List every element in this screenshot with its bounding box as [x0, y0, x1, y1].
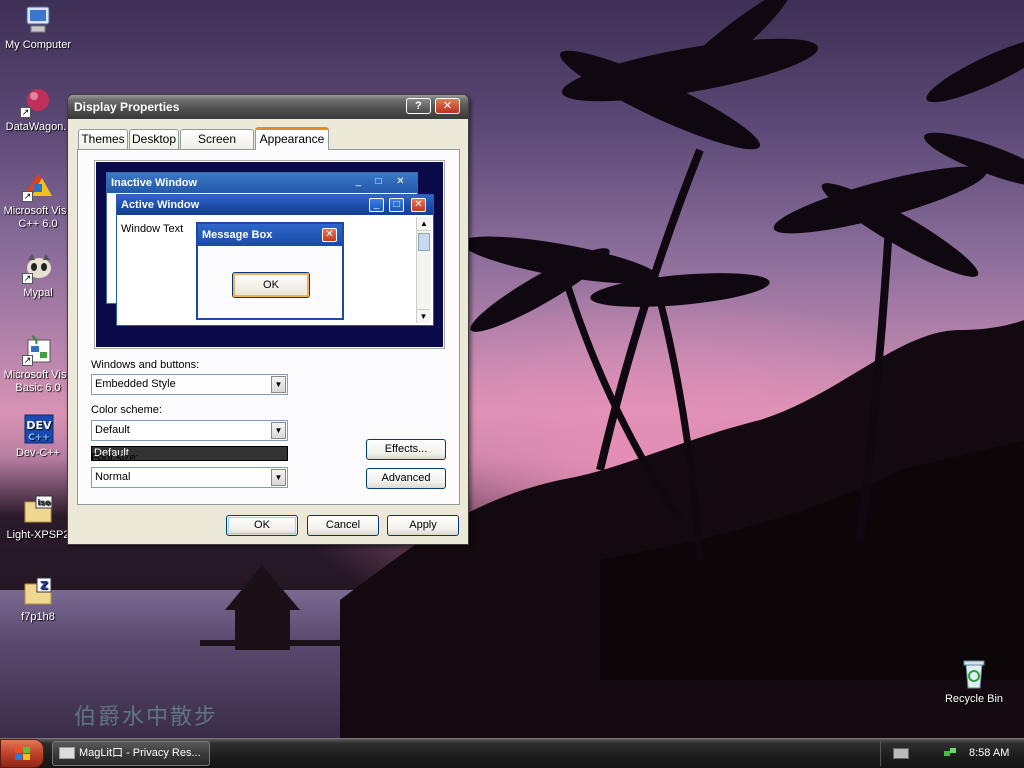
scroll-up-icon: ▲ — [417, 217, 431, 231]
chevron-down-icon[interactable]: ▼ — [271, 376, 286, 393]
svg-text:iso: iso — [38, 498, 52, 507]
shortcut-arrow-icon: ↗ — [22, 191, 33, 202]
shortcut-arrow-icon: ↗ — [20, 107, 31, 118]
apply-button[interactable]: Apply — [387, 515, 459, 536]
help-button[interactable]: ? — [406, 98, 431, 114]
color-scheme-select[interactable]: Default ▼ — [91, 420, 288, 441]
display-properties-dialog: Display Properties ? ✕ Themes Desktop Sc… — [67, 94, 469, 545]
color-scheme-label: Color scheme: — [91, 404, 162, 416]
font-size-select[interactable]: Normal ▼ — [91, 467, 288, 488]
tab-themes[interactable]: Themes — [78, 129, 128, 149]
preview-ok-button: OK — [232, 272, 310, 298]
close-icon: ✕ — [396, 176, 405, 187]
preview-scrollbar: ▲ ▼ — [416, 217, 431, 323]
system-tray: 8:58 AM — [880, 741, 1024, 766]
taskbar: MagLit口 - Privacy Res... 8:58 AM — [0, 738, 1024, 768]
advanced-button[interactable]: Advanced — [366, 468, 446, 489]
window-icon — [59, 747, 75, 759]
visual-cpp-icon: ↗ — [22, 170, 54, 202]
datawagon-icon: ↗ — [20, 86, 52, 118]
dev-cpp-icon: DEV C++ — [22, 412, 54, 444]
svg-text:C++: C++ — [28, 433, 50, 443]
desktop-icon-f7p1h8[interactable]: Z f7p1h8 — [0, 576, 78, 624]
maximize-icon: □ — [375, 176, 382, 187]
network-icon[interactable] — [943, 746, 957, 760]
windows-buttons-label: Windows and buttons: — [91, 359, 200, 371]
iso-folder-icon: iso — [22, 494, 54, 526]
appearance-panel: Inactive Window _ □ ✕ Active Window _ □ … — [77, 149, 460, 505]
mypal-icon: ↗ — [22, 252, 54, 284]
effects-button[interactable]: Effects... — [366, 439, 446, 460]
close-icon: ✕ — [322, 228, 337, 242]
tab-desktop[interactable]: Desktop — [129, 129, 179, 149]
close-button[interactable]: ✕ — [435, 98, 460, 114]
taskbar-clock[interactable]: 8:58 AM — [969, 741, 1009, 766]
keyboard-icon[interactable] — [893, 748, 909, 759]
desktop-icon-datawagon[interactable]: ↗ DataWagon. — [0, 86, 76, 134]
shortcut-arrow-icon: ↗ — [22, 355, 33, 366]
dialog-titlebar[interactable]: Display Properties ? ✕ — [68, 95, 468, 119]
ok-button[interactable]: OK — [226, 515, 298, 536]
windows-logo-icon — [15, 747, 30, 760]
maximize-icon: □ — [389, 198, 404, 212]
scroll-thumb — [418, 233, 430, 251]
taskbar-item-privacy[interactable]: MagLit口 - Privacy Res... — [52, 741, 210, 766]
svg-text:Z: Z — [40, 579, 48, 592]
chevron-down-icon[interactable]: ▼ — [271, 422, 286, 439]
desktop-icon-recycle-bin[interactable]: Recycle Bin — [934, 658, 1014, 706]
svg-text:DEV: DEV — [26, 419, 52, 432]
visual-basic-icon: ↗ — [22, 334, 54, 366]
appearance-preview: Inactive Window _ □ ✕ Active Window _ □ … — [94, 160, 445, 349]
start-button[interactable] — [0, 739, 44, 768]
minimize-icon: _ — [355, 176, 362, 187]
chevron-down-icon[interactable]: ▼ — [271, 469, 286, 486]
cancel-button[interactable]: Cancel — [307, 515, 379, 536]
windows-buttons-select[interactable]: Embedded Style ▼ — [91, 374, 288, 395]
wallpaper-watermark: 伯爵水中散步 — [74, 705, 219, 730]
dialog-title: Display Properties — [74, 100, 180, 114]
close-icon: ✕ — [411, 198, 426, 212]
minimize-icon: _ — [369, 198, 384, 212]
computer-icon — [22, 4, 54, 36]
font-size-label: Font size: — [91, 452, 139, 464]
preview-window-text: Window Text — [121, 223, 184, 235]
preview-message-title: Message Box — [198, 224, 342, 246]
shortcut-arrow-icon: ↗ — [22, 273, 33, 284]
zip-folder-icon: Z — [22, 576, 54, 608]
desktop-icon-my-computer[interactable]: My Computer — [0, 4, 78, 52]
preview-message-box: Message Box ✕ OK — [196, 222, 344, 320]
recycle-bin-icon — [958, 658, 990, 690]
tab-screen-saver[interactable]: Screen Saver — [180, 129, 254, 165]
scroll-down-icon: ▼ — [417, 309, 430, 323]
tab-appearance[interactable]: Appearance — [255, 127, 329, 150]
preview-active-title: Active Window — [117, 195, 433, 215]
